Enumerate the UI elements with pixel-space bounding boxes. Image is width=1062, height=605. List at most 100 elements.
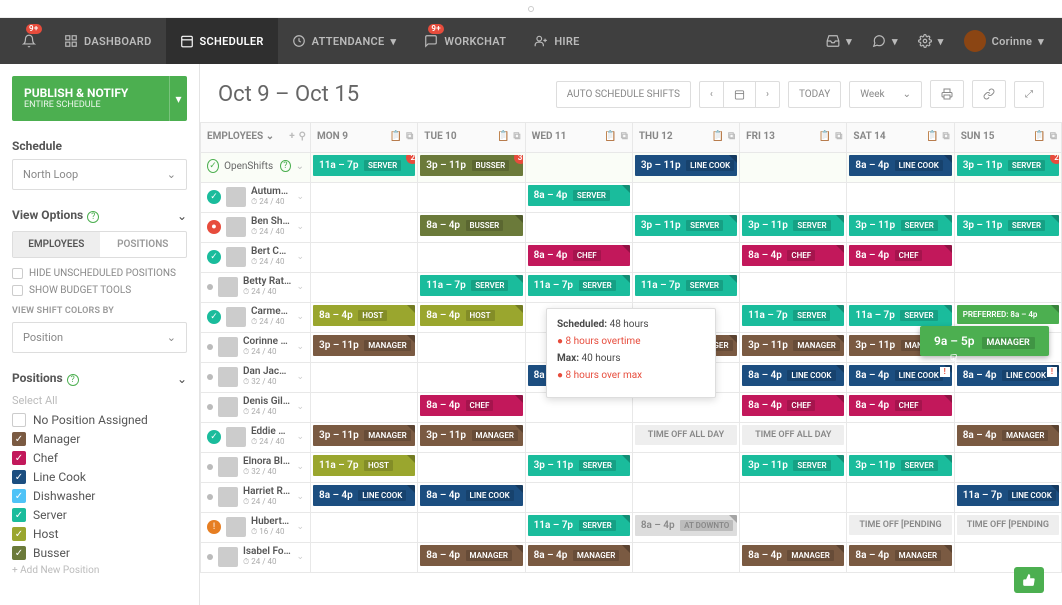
schedule-cell[interactable] [418,513,525,543]
schedule-cell[interactable]: 11a – 7p SERVER2 [311,153,418,183]
shift-block[interactable]: 8a – 4p BUSSER [420,215,522,236]
schedule-cell[interactable]: 3p – 11p SERVER [740,453,847,483]
shift-block[interactable]: 8a – 4p AT DOWNTO [635,515,737,536]
shift-block[interactable]: 11a – 7p SERVER2 [313,155,415,176]
shift-block[interactable]: 8a – 4p CHEF [742,395,844,416]
shift-block[interactable]: 3p – 11p MANAGER [313,335,415,356]
shift-block[interactable]: 8a – 4p LINE COOK! [957,365,1059,386]
nav-workchat[interactable]: 9+ WORKCHAT [410,18,520,64]
shift-block[interactable]: 3p – 11p SERVER [742,215,844,236]
thumbs-up-button[interactable] [1014,567,1044,593]
schedule-cell[interactable] [847,483,954,513]
nav-hire[interactable]: HIRE [520,18,593,64]
schedule-cell[interactable] [418,333,525,363]
clipboard-icon[interactable]: 📋 [604,131,616,142]
shift-block[interactable]: 11a – 7p SERVER [635,275,737,296]
schedule-cell[interactable] [954,273,1061,303]
schedule-cell[interactable] [311,273,418,303]
hide-unscheduled-checkbox[interactable]: HIDE UNSCHEDULED POSITIONS [12,268,187,279]
shift-block[interactable]: 11a – 7p SERVER [849,305,951,326]
copy-icon[interactable]: ⧉ [406,131,413,142]
schedule-cell[interactable]: 3p – 11p MANAGER [311,423,418,453]
schedule-cell[interactable]: 8a – 4p MANAGER [418,543,525,573]
schedule-cell[interactable] [632,483,739,513]
schedule-cell[interactable]: 8a – 4p LINE COOK [311,483,418,513]
employee-row[interactable]: Harriet Roberts⏱ 24 / 40⌄ [201,483,310,510]
schedule-cell[interactable]: 8a – 4p HOST [311,303,418,333]
schedule-cell[interactable]: 3p – 11p MANAGER [311,333,418,363]
employee-row[interactable]: !Hubert Scott⏱ 16 / 40⌄ [201,513,310,540]
shift-block[interactable]: 11a – 7p HOST [313,455,415,476]
schedule-cell[interactable] [418,243,525,273]
schedule-cell[interactable] [311,213,418,243]
shift-block[interactable]: 11a – 7p SERVER [420,275,522,296]
timeoff-block[interactable]: TIME OFF [PENDING [957,515,1059,535]
shift-block[interactable]: 3p – 11p SERVER [957,215,1059,236]
position-filter[interactable]: ✓Server [12,508,187,522]
today-button[interactable]: TODAY [788,81,841,108]
schedule-cell[interactable]: 11a – 7p LINE COOK [954,483,1061,513]
publish-notify-button[interactable]: PUBLISH & NOTIFY ENTIRE SCHEDULE ▾ [12,76,187,121]
schedule-cell[interactable] [632,183,739,213]
shift-block[interactable]: 8a – 4p SERVER [528,185,630,206]
schedule-cell[interactable]: 8a – 4p BUSSER [418,213,525,243]
schedule-cell[interactable] [632,243,739,273]
position-filter[interactable]: ✓Dishwasher [12,489,187,503]
shift-block[interactable]: 8a – 4p LINE COOK [313,485,415,506]
shift-block[interactable]: 3p – 11p SERVER [635,215,737,236]
employee-row[interactable]: Isabel Foster⏱ 24 / 40⌄ [201,543,310,570]
shift-block[interactable]: 8a – 4p LINE COOK [742,365,844,386]
select-all-link[interactable]: Select All [12,394,187,407]
shift-block[interactable]: 8a – 4p CHEF [742,245,844,266]
schedule-cell[interactable] [525,423,632,453]
shift-block[interactable]: 11a – 7p SERVER [528,515,630,536]
nav-attendance[interactable]: ATTENDANCE ▾ [278,18,411,64]
schedule-cell[interactable] [954,453,1061,483]
position-filter[interactable]: ✓Host [12,527,187,541]
clipboard-icon[interactable]: 📋 [497,131,509,142]
shift-block[interactable]: 3p – 11p LINE COOK [635,155,737,176]
schedule-cell[interactable] [311,543,418,573]
expand-button[interactable]: ⤢ [1014,81,1044,108]
copy-icon[interactable]: ⧉ [621,131,628,142]
schedule-cell[interactable]: 3p – 11p SERVER [847,453,954,483]
shift-block[interactable]: 8a – 4p HOST [420,305,522,326]
tab-employees[interactable]: EMPLOYEES [13,232,100,257]
timeoff-block[interactable]: TIME OFF [PENDING [849,515,951,535]
copy-icon[interactable]: ⧉ [943,131,950,142]
chevron-down-icon[interactable]: ⌄ [177,372,187,386]
employee-row[interactable]: ✓Carmen Lowe⏱ 24 / 40⌄ [201,303,310,330]
schedule-cell[interactable]: 3p – 11p SERVER [847,213,954,243]
clipboard-icon[interactable]: 📋 [819,131,831,142]
schedule-cell[interactable] [311,243,418,273]
shift-block[interactable]: 11a – 7p SERVER [742,305,844,326]
schedule-cell[interactable]: 8a – 4p CHEF [740,243,847,273]
auto-schedule-button[interactable]: AUTO SCHEDULE SHIFTS [556,81,691,108]
schedule-cell[interactable] [740,483,847,513]
schedule-cell[interactable]: 8a – 4p LINE COOK [418,483,525,513]
nav-user[interactable]: Corinne▾ [954,18,1054,64]
copy-icon[interactable]: ⧉ [1050,131,1057,142]
shift-block[interactable]: 8a – 4p CHEF [849,395,951,416]
shift-block[interactable]: 8a – 4p LINE COOK [849,155,951,176]
schedule-cell[interactable] [740,273,847,303]
schedule-cell[interactable]: 3p – 11p SERVER [954,213,1061,243]
shift-block[interactable]: 8a – 4p MANAGER [849,545,951,566]
clipboard-icon[interactable]: 📋 [712,131,724,142]
schedule-cell[interactable]: 11a – 7p HOST [311,453,418,483]
employee-row[interactable]: ✓Autumn Ro...⏱ 24 / 40⌄ [201,183,310,210]
schedule-cell[interactable] [740,153,847,183]
schedule-cell[interactable] [632,543,739,573]
schedule-select[interactable]: North Loop ⌄ [12,159,187,190]
schedule-cell[interactable]: 8a – 4p MANAGER [954,423,1061,453]
employee-row[interactable]: ●Ben Shield...⏱ 24 / 40⌄ [201,213,310,240]
schedule-cell[interactable] [954,393,1061,423]
schedule-cell[interactable] [525,483,632,513]
timeoff-block[interactable]: TIME OFF ALL DAY [742,425,844,445]
schedule-cell[interactable]: 3p – 11p SERVER [525,453,632,483]
week-select[interactable]: Week ⌄ [849,81,922,108]
nav-inbox[interactable]: ▾ [816,18,862,64]
shift-block[interactable]: 3p – 11p SERVER [528,455,630,476]
schedule-cell[interactable]: 8a – 4p AT DOWNTO [632,513,739,543]
shift-block[interactable]: 3p – 11p SERVER [742,455,844,476]
